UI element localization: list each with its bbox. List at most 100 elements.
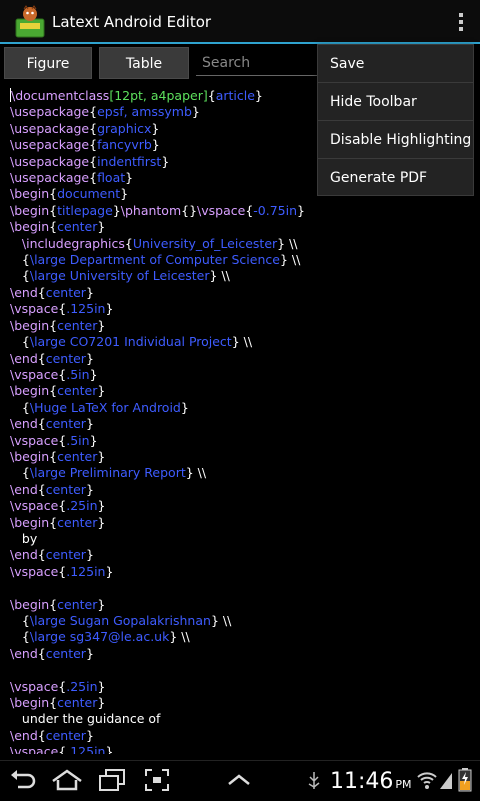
code-token: } \\ [169,629,190,645]
code-line: {\large University of Leicester} \\ [10,268,470,284]
code-line: {\large sg347@le.ac.uk} \\ [10,629,470,645]
code-token: { [10,613,30,628]
figure-button[interactable]: Figure [4,47,92,79]
menu-item-hide-toolbar[interactable]: Hide Toolbar [318,83,473,121]
code-line: \begin{center} [10,515,470,531]
code-token: center [57,219,98,235]
code-line: \end{center} [10,285,470,301]
code-line: \vspace{.125in} [10,564,470,580]
code-token: \large Sugan Gopalakrishnan [29,613,211,628]
home-icon[interactable] [50,767,84,793]
code-token: { [89,104,98,120]
recent-apps-icon[interactable] [97,767,127,793]
code-token: } [85,727,94,743]
code-token: \large sg347@le.ac.uk [29,629,170,645]
code-token: center [57,596,98,612]
code-token: .25in [66,678,98,694]
code-token: } [191,104,200,120]
code-token: { [49,219,58,235]
code-token: } [97,678,106,694]
code-token: { [49,514,58,530]
code-token: } [85,416,94,432]
code-token: { [49,202,58,218]
code-line: \vspace{.125in} [10,301,470,317]
code-token: { [37,645,46,661]
code-token: { [89,137,98,153]
code-token: } [254,88,263,103]
code-token: } \\ [185,465,207,481]
code-line: \begin{center} [10,383,470,399]
code-token: { [49,317,58,333]
code-token: } [97,596,106,612]
code-token: \usepackage [10,170,90,186]
code-token: { [10,334,30,350]
code-token: { [89,120,98,136]
code-token: } \\ [209,268,230,284]
code-line: \begin{center} [10,597,470,613]
code-token: } [105,301,114,317]
code-token: .5in [66,366,90,382]
code-token: \end [10,481,38,497]
screenshot-icon[interactable] [143,767,171,793]
code-token: { [10,399,30,415]
table-button[interactable]: Table [99,47,189,79]
code-token: } [125,170,134,186]
code-token: .125in [66,744,106,754]
chevron-up-icon[interactable] [226,773,252,787]
code-token: \begin [10,514,50,530]
code-token: } [85,350,94,366]
code-token: \includegraphics [21,235,125,251]
code-line: {\large Department of Computer Science} … [10,252,470,268]
code-token: .125in [66,563,106,579]
code-line: {\Huge LaTeX for Android} [10,400,470,416]
code-token: \begin [10,202,50,218]
search-input[interactable]: Search [196,50,326,76]
code-token: { [10,268,30,284]
code-token: } \\ [277,235,298,251]
code-token: } [85,547,94,563]
battery-icon [458,768,472,792]
code-token: -0.75in [253,202,298,218]
overflow-menu-icon[interactable] [458,13,464,31]
code-token: titlepage [57,202,113,218]
code-token: \end [10,284,38,300]
code-token: { [89,170,98,186]
code-line: \end{center} [10,416,470,432]
code-line: by [10,531,470,547]
code-token: by [10,530,38,546]
code-token: \usepackage [10,104,90,120]
code-line: \end{center} [10,482,470,498]
code-token: \begin [10,383,50,399]
code-token: } [85,645,94,661]
action-bar: Latext Android Editor [0,0,480,44]
app-title: Latext Android Editor [52,13,212,31]
code-line: \begin{center} [10,219,470,235]
menu-item-disable-highlighting[interactable]: Disable Highlighting [318,121,473,159]
menu-item-save[interactable]: Save [318,45,473,83]
code-token: { [49,383,58,399]
code-token: } [97,514,106,530]
code-token: center [45,547,86,563]
code-token: } [97,695,106,711]
code-token: } [161,153,170,169]
code-token: } [85,284,94,300]
code-token: } [151,120,160,136]
menu-item-generate-pdf[interactable]: Generate PDF [318,159,473,197]
code-token: { [10,252,30,268]
back-icon[interactable] [8,767,38,793]
code-token: } [89,366,98,382]
code-token: center [57,383,98,399]
code-token: { [37,481,46,497]
code-token: center [57,695,98,711]
code-token: \vspace [10,301,59,317]
code-token: graphicx [97,120,152,136]
code-token: } [97,383,106,399]
code-token: \end [10,416,38,432]
code-token: \begin [10,695,50,711]
code-token: { [49,448,58,464]
code-token: \vspace [10,563,59,579]
code-line: \begin{center} [10,318,470,334]
code-token: } [97,498,106,514]
